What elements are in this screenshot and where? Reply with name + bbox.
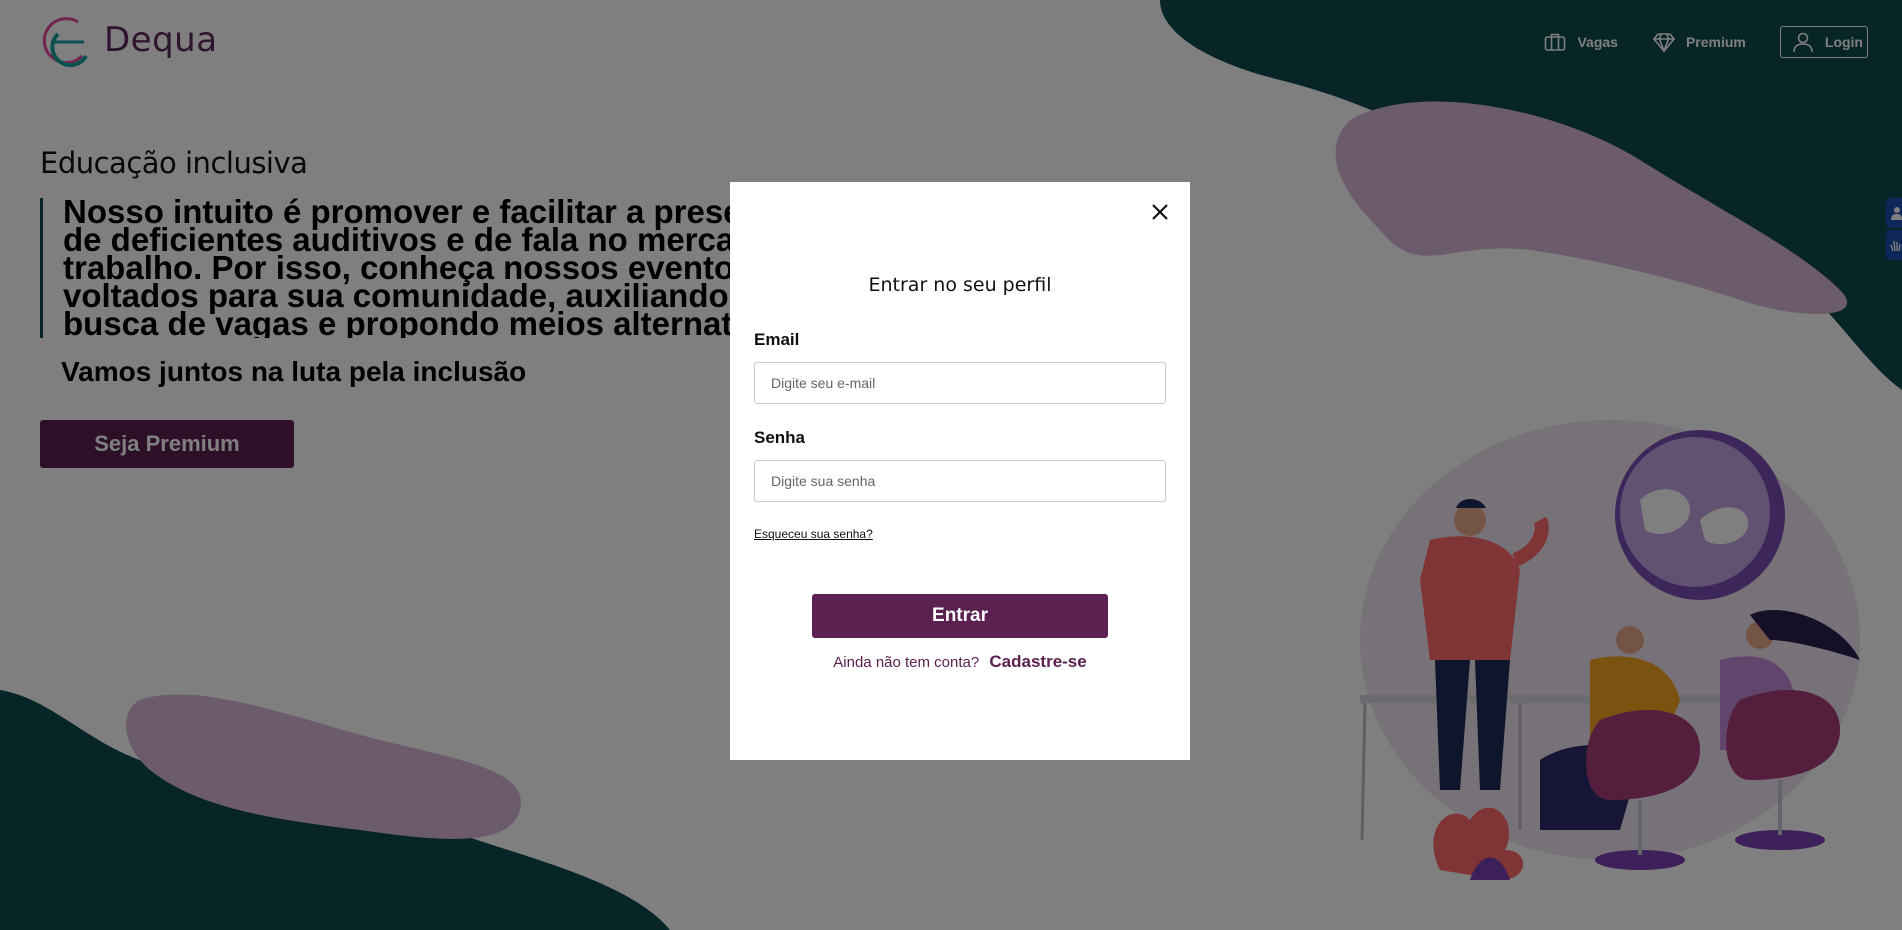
signup-link[interactable]: Cadastre-se: [989, 652, 1086, 671]
modal-title: Entrar no seu perfil: [868, 274, 1052, 296]
password-field[interactable]: [754, 460, 1166, 502]
email-field[interactable]: [754, 362, 1166, 404]
close-icon[interactable]: [1148, 200, 1172, 224]
login-modal: Entrar no seu perfil Email Senha Esquece…: [730, 182, 1190, 760]
email-label: Email: [754, 330, 800, 349]
password-label: Senha: [754, 428, 806, 447]
no-account-text: Ainda não tem conta?: [833, 654, 980, 671]
forgot-password-link[interactable]: Esqueceu sua senha?: [754, 527, 873, 541]
signup-prompt: Ainda não tem conta? Cadastre-se: [730, 652, 1190, 672]
login-submit-button[interactable]: Entrar: [812, 594, 1108, 638]
